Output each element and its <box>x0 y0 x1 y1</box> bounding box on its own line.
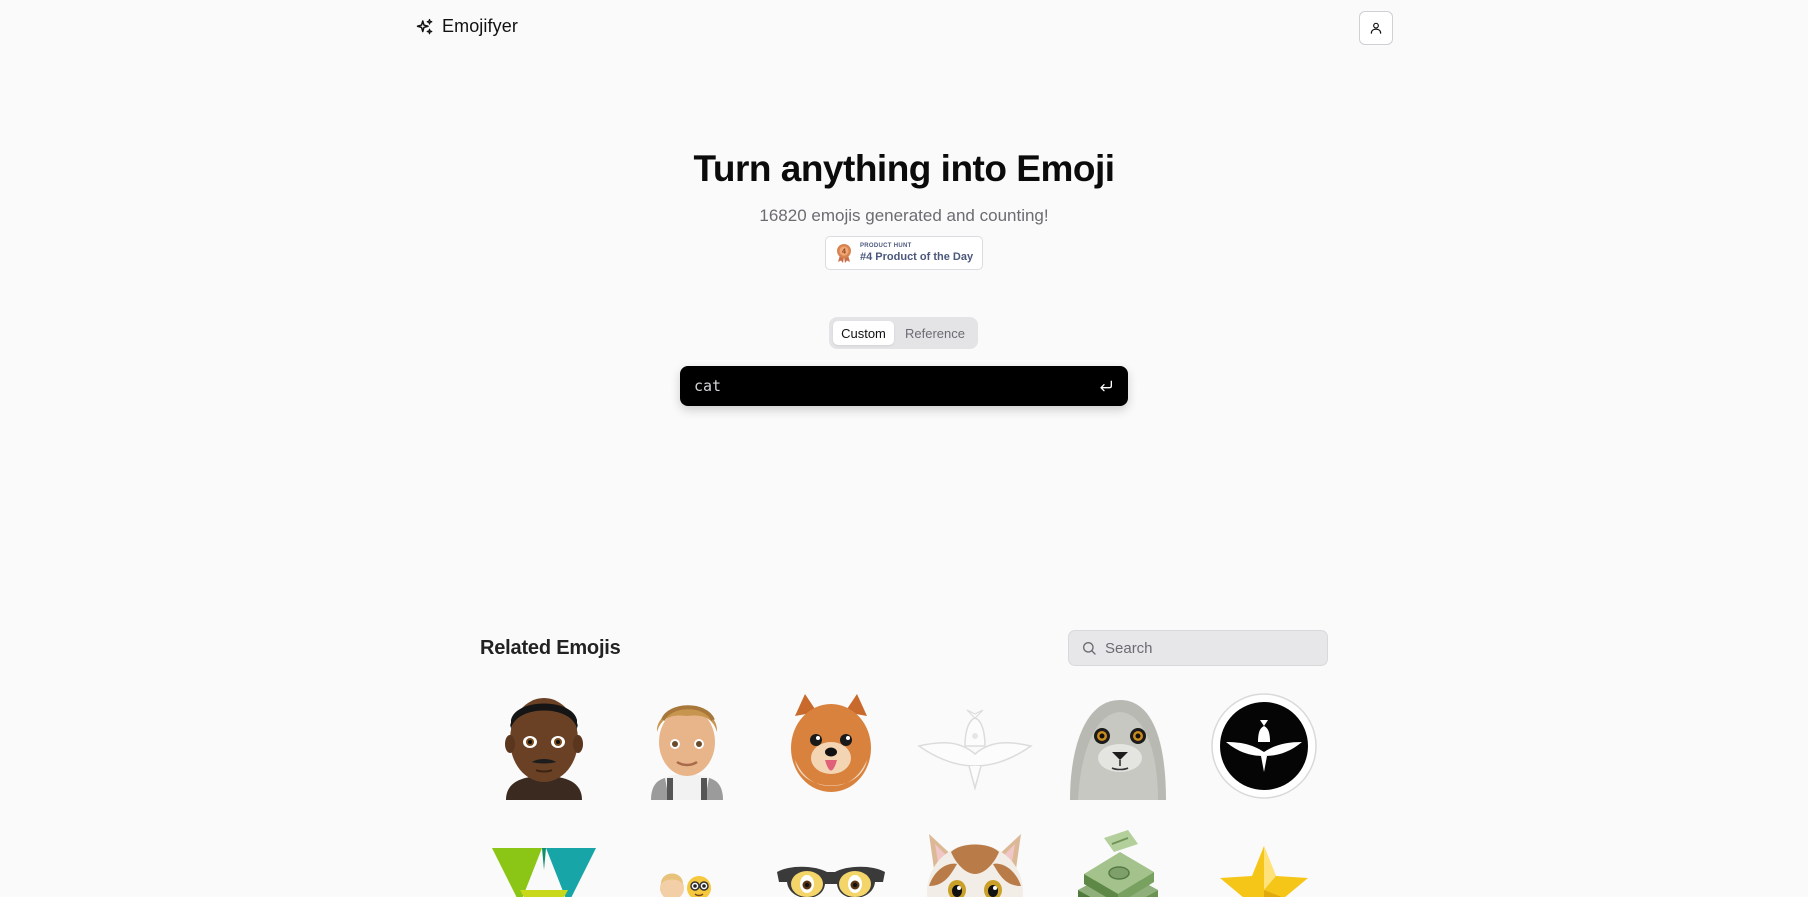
mode-toggle: Custom Reference <box>829 317 978 349</box>
page-title: Turn anything into Emoji <box>693 148 1116 189</box>
search-field <box>1068 630 1328 666</box>
search-icon <box>1083 642 1096 655</box>
app-name: Emojifyer <box>442 16 518 36</box>
prompt-input[interactable] <box>694 377 1098 395</box>
product-hunt-label: #4 Product of the Day <box>860 251 974 263</box>
product-hunt-kicker: PRODUCT HUNT <box>860 243 912 249</box>
man-blond-suspenders-emoji[interactable] <box>627 690 747 800</box>
pomeranian-dog-emoji[interactable] <box>771 690 891 800</box>
money-stack-emoji[interactable] <box>1058 830 1178 897</box>
enter-icon[interactable] <box>1098 378 1114 394</box>
black-bird-circle-emoji[interactable] <box>1204 690 1324 800</box>
green-teal-triangle-logo-emoji[interactable] <box>484 830 604 897</box>
cat-face-emoji[interactable] <box>915 826 1035 897</box>
user-icon <box>1370 22 1382 34</box>
sparkles-icon <box>416 18 433 34</box>
svg-text:4: 4 <box>842 249 846 256</box>
app-logo[interactable]: Emojifyer <box>416 16 518 37</box>
top-bar: Emojifyer <box>0 0 1808 58</box>
emoji-count-subtitle: 16820 emojis generated and counting! <box>759 206 1049 225</box>
tab-custom[interactable]: Custom <box>833 321 894 345</box>
related-emojis-title: Related Emojis <box>480 637 621 659</box>
man-dark-skin-mustache-emoji[interactable] <box>484 690 604 800</box>
small-faces-emoji[interactable] <box>627 830 747 897</box>
glasses-with-eyes-emoji[interactable] <box>771 830 891 897</box>
prompt-bar <box>680 366 1128 406</box>
gold-star-emoji[interactable] <box>1204 830 1324 897</box>
white-bird-emoji[interactable] <box>915 690 1035 800</box>
tab-reference[interactable]: Reference <box>898 321 972 345</box>
medal-icon: 4 <box>837 244 851 263</box>
product-hunt-badge[interactable]: 4 PRODUCT HUNT #4 Product of the Day <box>825 236 983 270</box>
account-button[interactable] <box>1359 11 1393 45</box>
search-input[interactable] <box>1105 639 1305 657</box>
seal-emoji[interactable] <box>1058 690 1178 800</box>
